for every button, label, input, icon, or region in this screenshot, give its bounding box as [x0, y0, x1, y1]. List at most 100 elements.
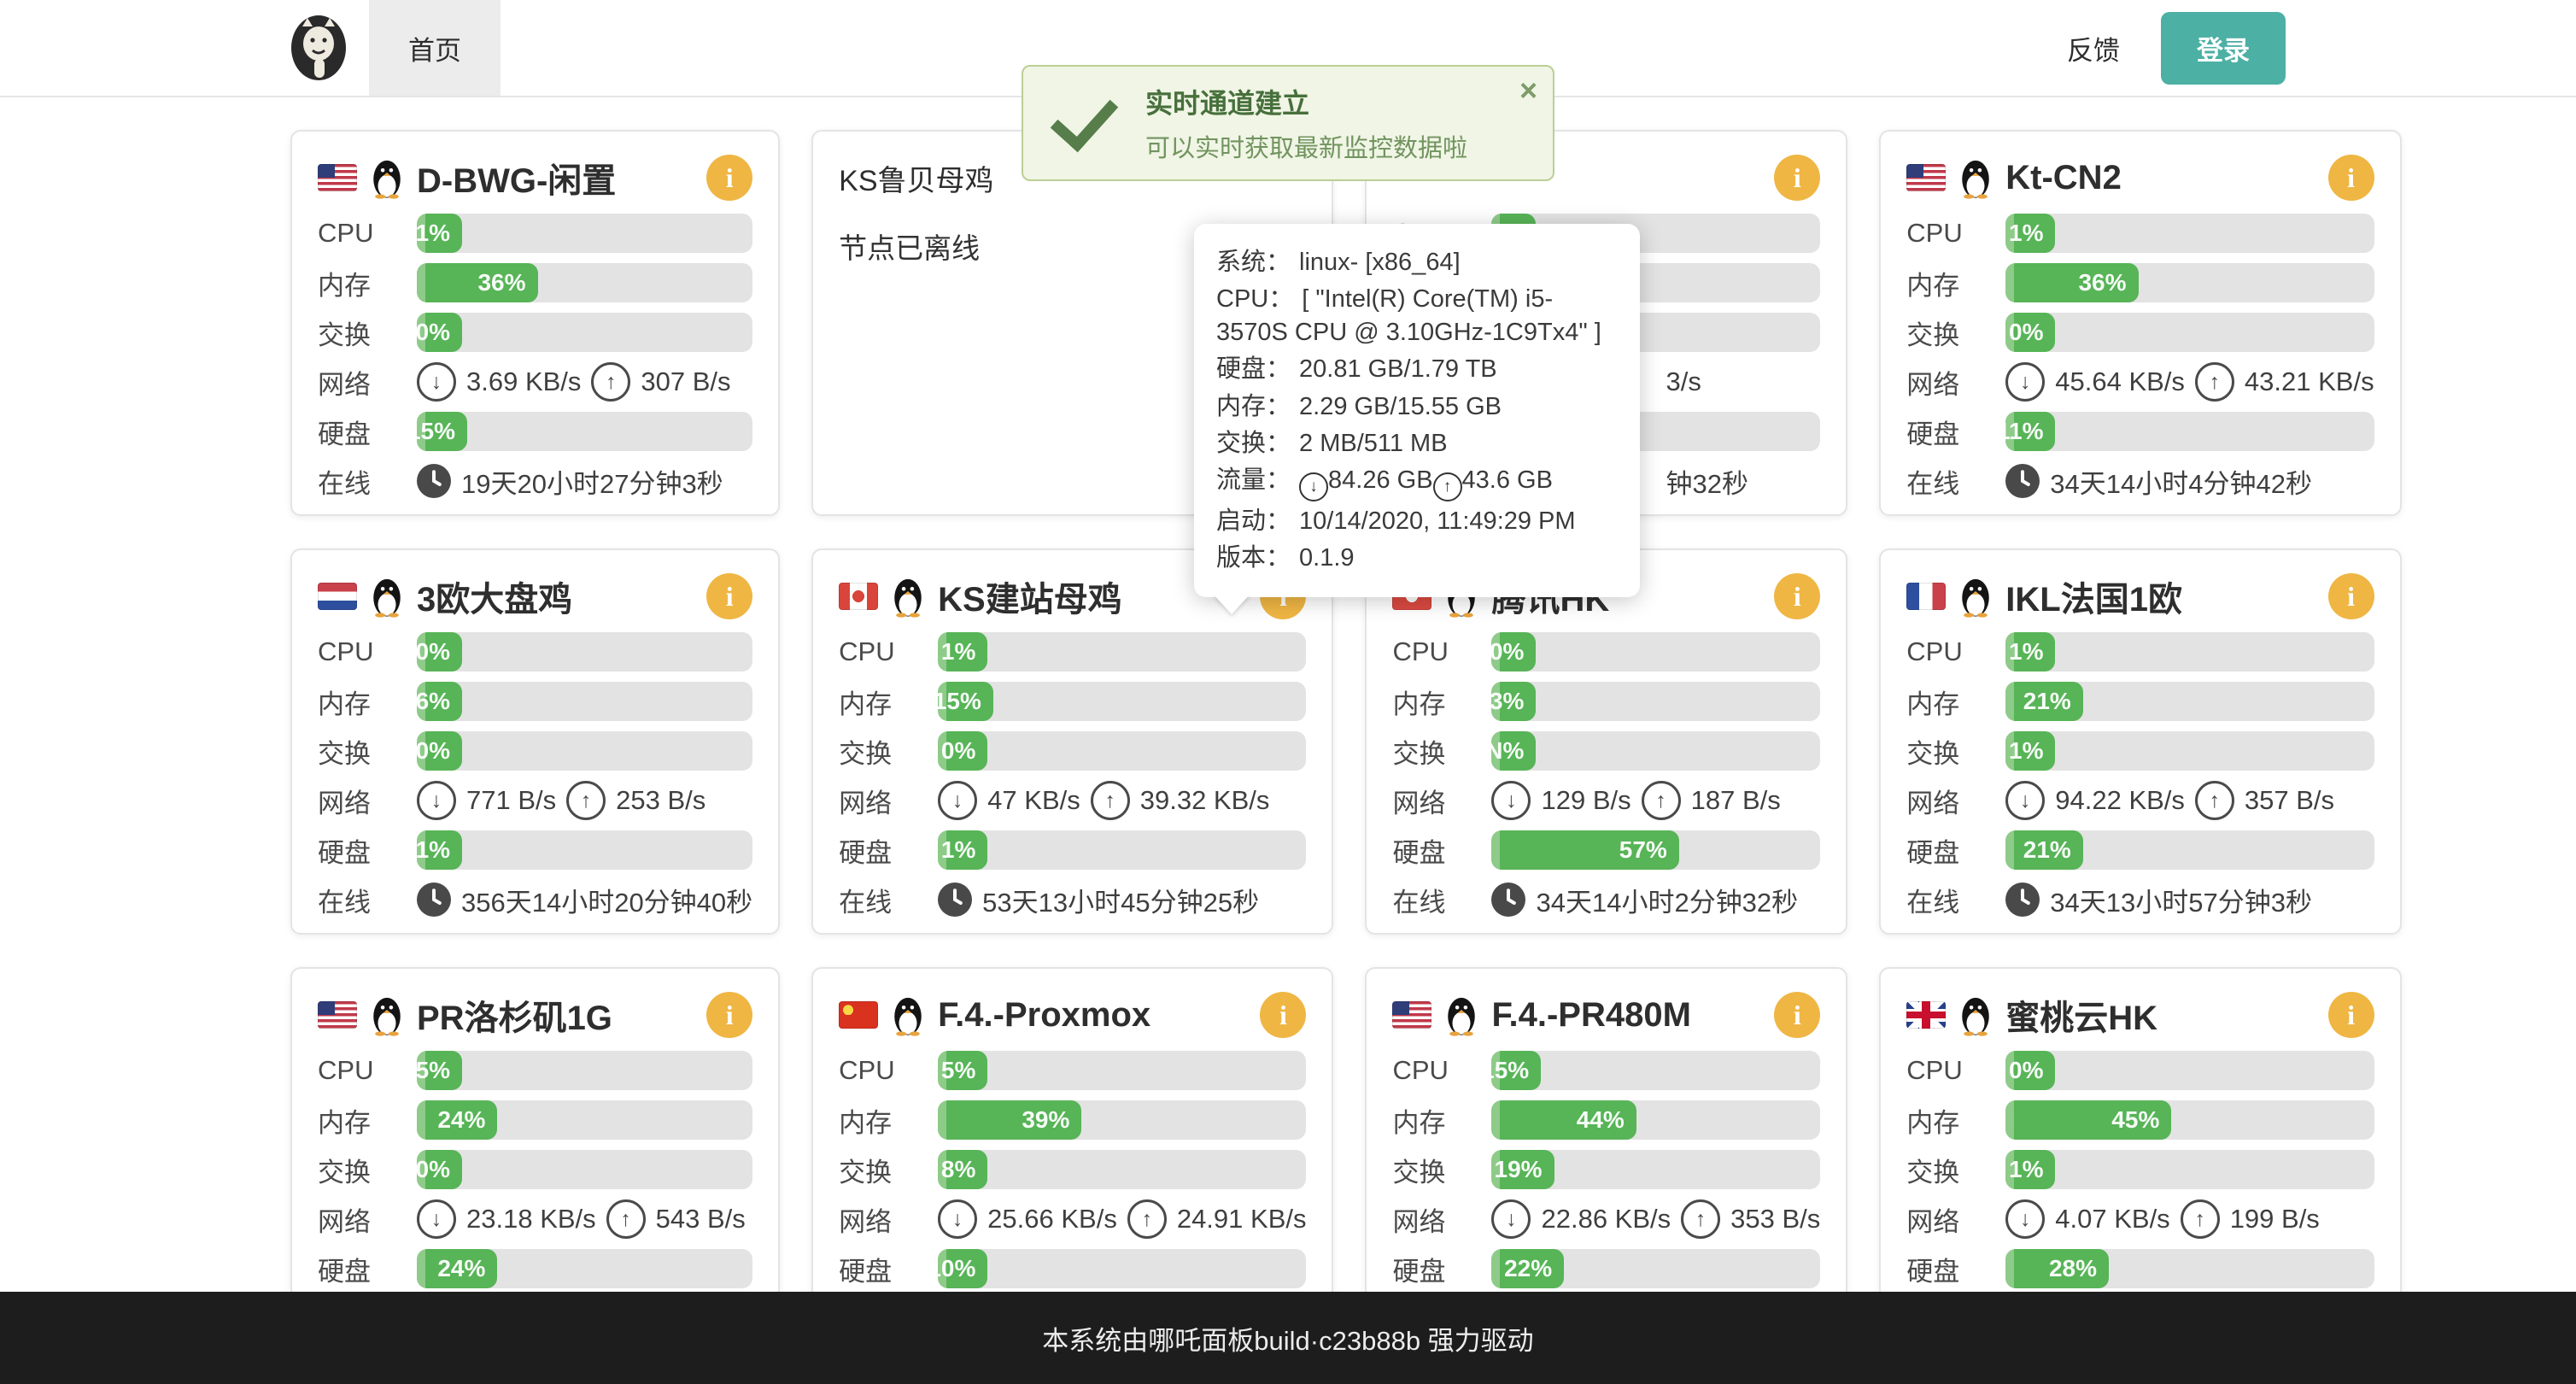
nav-link-feedback[interactable]: 反馈 [2067, 29, 2120, 67]
cpu-usage-bar: 1% [2005, 214, 2374, 253]
net-upload-value: 253 B/s [616, 785, 705, 816]
site-logo-avatar[interactable] [290, 15, 347, 81]
server-card-header: 3欧大盘鸡 i [318, 572, 752, 620]
server-info-tooltip: 系统：linux- [x86_64] CPU：[ "Intel(R) Core(… [1194, 224, 1640, 597]
network-label: 网络 [318, 363, 417, 402]
clock-icon [938, 883, 972, 917]
server-card-header: PR洛杉矶1G i [318, 991, 752, 1039]
memory-usage-bar: 44% [1491, 1100, 1820, 1140]
footer-panel-link[interactable]: 哪吒面板 [1148, 1319, 1254, 1358]
network-label: 网络 [318, 1200, 417, 1239]
info-icon[interactable]: i [2328, 573, 2374, 619]
uptime-value: 34天14小时4分钟42秒 [2050, 462, 2312, 501]
disk-row: 硬盘 21% [1906, 830, 2374, 870]
memory-label: 内存 [839, 683, 938, 721]
net-upload-value: 353 B/s [1730, 1204, 1820, 1234]
nav-tab-home[interactable]: 首页 [369, 0, 501, 96]
online-label: 在线 [1906, 881, 2005, 919]
disk-usage-fill: 1% [417, 830, 462, 870]
memory-label: 内存 [1906, 1101, 2005, 1140]
country-flag-icon [839, 583, 878, 610]
disk-label: 硬盘 [1906, 1250, 2005, 1288]
disk-percent: 15% [407, 418, 455, 445]
server-card-header: Kt-CN2 i [1906, 154, 2374, 202]
server-card: KS建站母鸡 i CPU 1% 内存 15% [811, 548, 1333, 935]
upload-arrow-icon: ↑ [1091, 781, 1130, 820]
swap-usage-bar: 0% [417, 313, 752, 352]
cpu-percent: 1% [416, 220, 450, 247]
clock-icon [417, 464, 451, 498]
network-row: 网络 ↓ 94.22 KB/s ↑ 357 B/s [1906, 781, 2374, 820]
disk-percent: 1% [416, 836, 450, 864]
uptime-text: 34天14小时4分钟42秒 [2005, 462, 2312, 501]
disk-label: 硬盘 [318, 413, 417, 451]
swap-usage-bar: 1% [2005, 731, 2374, 771]
cpu-usage-bar: 1% [938, 632, 1306, 671]
swap-percent: 0% [416, 737, 450, 765]
cpu-usage-fill: 0% [1491, 632, 1536, 671]
info-icon[interactable]: i [706, 573, 752, 619]
network-speeds: ↓ 94.22 KB/s ↑ 357 B/s [2005, 781, 2334, 820]
net-upload-value: 24.91 KB/s [1177, 1204, 1307, 1234]
info-icon[interactable]: i [706, 992, 752, 1038]
memory-percent: 24% [437, 1106, 485, 1134]
network-speeds: ↓ 22.86 KB/s ↑ 353 B/s [1491, 1199, 1820, 1239]
swap-row: 交换 19% [1392, 1150, 1820, 1189]
net-upload-value: 43.21 KB/s [2245, 367, 2374, 397]
toast-notification: 实时通道建立 可以实时获取最新监控数据啦 × [1022, 65, 1554, 181]
swap-usage-fill: 1% [2005, 1150, 2055, 1189]
online-text-fragment: 钟32秒 [1666, 462, 1748, 501]
server-name: F.4.-PR480M [1491, 996, 1690, 1035]
server-name: 蜜桃云HK [2005, 990, 2157, 1040]
upload-arrow-icon: ↑ [1642, 781, 1681, 820]
disk-usage-bar: 24% [417, 1249, 752, 1288]
cpu-label: CPU [1906, 218, 2005, 249]
info-icon[interactable]: i [1774, 573, 1820, 619]
tooltip-traffic-up: 43.6 GB [1462, 466, 1553, 494]
memory-row: 内存 6% [318, 682, 752, 721]
info-icon[interactable]: i [2328, 992, 2374, 1038]
info-icon[interactable]: i [2328, 155, 2374, 201]
memory-usage-fill: 6% [417, 682, 462, 721]
memory-usage-bar: 24% [417, 1100, 752, 1140]
net-upload-value: 187 B/s [1691, 785, 1781, 816]
network-row: 网络 ↓ 4.07 KB/s ↑ 199 B/s [1906, 1199, 2374, 1239]
memory-row: 内存 44% [1392, 1100, 1820, 1140]
swap-row: 交换 1% [1906, 1150, 2374, 1189]
tooltip-row-cpu: CPU：[ "Intel(R) Core(TM) i5-3570S CPU @ … [1216, 283, 1618, 349]
login-button[interactable]: 登录 [2161, 12, 2286, 85]
swap-percent: 8% [941, 1156, 975, 1183]
uptime-text: 34天13小时57分钟3秒 [2005, 881, 2312, 919]
disk-row: 硬盘 15% [318, 412, 752, 451]
swap-percent: 1% [2009, 1156, 2043, 1183]
online-label: 在线 [318, 462, 417, 501]
cpu-usage-bar: 5% [938, 1051, 1306, 1090]
swap-usage-bar: N% [1491, 731, 1820, 771]
country-flag-icon [1392, 1001, 1431, 1029]
uptime-text: 34天14小时2分钟32秒 [1491, 881, 1798, 919]
uptime-text: 356天14小时20分钟40秒 [417, 881, 752, 919]
cpu-row: CPU 15% [1392, 1051, 1820, 1090]
tooltip-row-traffic: 流量：↓84.26 GB↑43.6 GB [1216, 464, 1618, 501]
info-icon[interactable]: i [1260, 992, 1306, 1038]
swap-label: 交换 [1906, 732, 2005, 771]
info-icon[interactable]: i [1774, 992, 1820, 1038]
cpu-row: CPU 0% [1906, 1051, 2374, 1090]
net-upload-value: 307 B/s [641, 367, 730, 397]
cpu-percent: 1% [941, 638, 975, 666]
toast-close-icon[interactable]: × [1519, 75, 1537, 106]
info-icon[interactable]: i [1774, 155, 1820, 201]
swap-label: 交换 [1906, 1151, 2005, 1189]
swap-usage-bar: 0% [938, 731, 1306, 771]
disk-usage-fill: 10% [938, 1249, 987, 1288]
disk-usage-fill: 21% [2005, 830, 2083, 870]
swap-usage-bar: 8% [938, 1150, 1306, 1189]
server-card-header: D-BWG-闲置 i [318, 154, 752, 202]
tooltip-value: 2.29 GB/15.55 GB [1299, 393, 1502, 420]
linux-tux-icon [1958, 156, 1993, 199]
network-speeds: ↓ 129 B/s ↑ 187 B/s [1491, 781, 1780, 820]
info-icon[interactable]: i [706, 155, 752, 201]
memory-row: 内存 39% [839, 1100, 1306, 1140]
upload-arrow-icon: ↑ [2181, 1199, 2220, 1239]
disk-row: 硬盘 10% [839, 1249, 1306, 1288]
